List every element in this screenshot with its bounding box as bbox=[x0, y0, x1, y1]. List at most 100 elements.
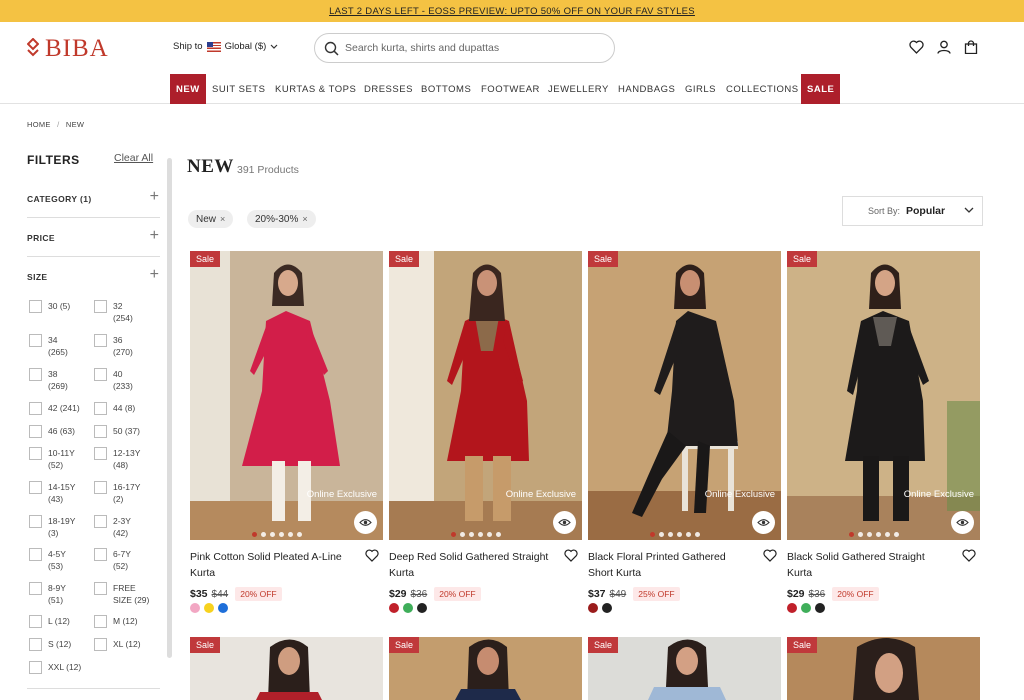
size-option[interactable]: 42 (241) bbox=[29, 402, 80, 415]
close-icon[interactable]: × bbox=[302, 214, 307, 224]
size-option[interactable]: 40 (233) bbox=[94, 368, 133, 392]
product-name[interactable]: Black Solid Gathered Straight Kurta bbox=[787, 549, 947, 581]
nav-item-footwear[interactable]: FOOTWEAR bbox=[475, 74, 546, 104]
size-option[interactable]: 36 (270) bbox=[94, 334, 133, 358]
color-swatch[interactable] bbox=[190, 603, 200, 613]
size-option[interactable]: XL (12) bbox=[94, 638, 141, 651]
sidebar-scrollbar[interactable] bbox=[167, 158, 172, 658]
size-checkbox[interactable] bbox=[94, 447, 107, 460]
quick-view-eye-icon[interactable] bbox=[553, 511, 576, 534]
size-checkbox[interactable] bbox=[29, 334, 42, 347]
wishlist-heart-icon[interactable] bbox=[365, 549, 379, 562]
size-checkbox[interactable] bbox=[94, 425, 107, 438]
nav-item-kurtas-tops[interactable]: KURTAS & TOPS bbox=[269, 74, 362, 104]
size-option[interactable]: 32 (254) bbox=[94, 300, 133, 324]
size-checkbox[interactable] bbox=[94, 615, 107, 628]
size-option[interactable]: 8-9Y (51) bbox=[29, 582, 66, 606]
size-checkbox[interactable] bbox=[29, 638, 42, 651]
quick-view-eye-icon[interactable] bbox=[951, 511, 974, 534]
color-swatch[interactable] bbox=[417, 603, 427, 613]
wishlist-heart-icon[interactable] bbox=[962, 549, 976, 562]
image-carousel-dots[interactable] bbox=[650, 532, 700, 537]
size-checkbox[interactable] bbox=[29, 548, 42, 561]
size-checkbox[interactable] bbox=[29, 615, 42, 628]
ship-to-selector[interactable]: Ship to Global ($) bbox=[173, 41, 278, 52]
size-option[interactable]: M (12) bbox=[94, 615, 138, 628]
color-swatch[interactable] bbox=[204, 603, 214, 613]
promo-text[interactable]: LAST 2 DAYS LEFT - EOSS PREVIEW: UPTO 50… bbox=[329, 6, 695, 17]
logo[interactable]: BIBA bbox=[27, 35, 109, 63]
size-checkbox[interactable] bbox=[29, 300, 42, 313]
color-swatch[interactable] bbox=[403, 603, 413, 613]
applied-filter-chip[interactable]: New × bbox=[188, 210, 234, 228]
size-option[interactable]: L (12) bbox=[29, 615, 70, 628]
color-swatch[interactable] bbox=[218, 603, 228, 613]
size-checkbox[interactable] bbox=[94, 300, 107, 313]
nav-item-bottoms[interactable]: BOTTOMS bbox=[415, 74, 477, 104]
wishlist-heart-icon[interactable] bbox=[564, 549, 578, 562]
size-option[interactable]: 6-7Y (52) bbox=[94, 548, 131, 572]
size-checkbox[interactable] bbox=[29, 368, 42, 381]
filter-section-category[interactable]: CATEGORY (1) + bbox=[27, 180, 160, 218]
size-checkbox[interactable] bbox=[29, 582, 42, 595]
account-user-icon[interactable] bbox=[937, 40, 951, 54]
size-checkbox[interactable] bbox=[94, 402, 107, 415]
size-option[interactable]: 2-3Y (42) bbox=[94, 515, 131, 539]
size-checkbox[interactable] bbox=[94, 638, 107, 651]
size-checkbox[interactable] bbox=[29, 515, 42, 528]
size-option[interactable]: 18-19Y (3) bbox=[29, 515, 75, 539]
size-checkbox[interactable] bbox=[29, 661, 42, 674]
nav-item-new[interactable]: NEW bbox=[170, 74, 206, 104]
size-checkbox[interactable] bbox=[29, 447, 42, 460]
size-checkbox[interactable] bbox=[94, 548, 107, 561]
shopping-bag-icon[interactable] bbox=[964, 40, 978, 54]
promo-banner[interactable]: LAST 2 DAYS LEFT - EOSS PREVIEW: UPTO 50… bbox=[0, 0, 1024, 22]
size-checkbox[interactable] bbox=[94, 334, 107, 347]
size-option[interactable]: 38 (269) bbox=[29, 368, 68, 392]
sort-dropdown[interactable]: Sort By: Popular bbox=[842, 196, 983, 226]
search-input[interactable]: Search kurta, shirts and dupattas bbox=[314, 33, 615, 63]
size-checkbox[interactable] bbox=[29, 402, 42, 415]
size-option[interactable]: 10-11Y (52) bbox=[29, 447, 75, 471]
size-option[interactable]: S (12) bbox=[29, 638, 71, 651]
size-option[interactable]: 46 (63) bbox=[29, 425, 75, 438]
filter-section-size[interactable]: SIZE + bbox=[27, 258, 160, 296]
color-swatch[interactable] bbox=[389, 603, 399, 613]
size-option[interactable]: 16-17Y (2) bbox=[94, 481, 140, 505]
size-checkbox[interactable] bbox=[94, 481, 107, 494]
image-carousel-dots[interactable] bbox=[252, 532, 302, 537]
wishlist-heart-icon[interactable] bbox=[909, 40, 924, 54]
size-checkbox[interactable] bbox=[94, 368, 107, 381]
color-swatch[interactable] bbox=[801, 603, 811, 613]
image-carousel-dots[interactable] bbox=[849, 532, 899, 537]
breadcrumb-home[interactable]: HOME bbox=[27, 120, 51, 129]
size-checkbox[interactable] bbox=[94, 515, 107, 528]
color-swatch[interactable] bbox=[602, 603, 612, 613]
size-option[interactable]: FREE SIZE (29) bbox=[94, 582, 149, 606]
product-name[interactable]: Pink Cotton Solid Pleated A-Line Kurta bbox=[190, 549, 350, 581]
nav-item-dresses[interactable]: DRESSES bbox=[358, 74, 419, 104]
size-option[interactable]: XXL (12) bbox=[29, 661, 81, 674]
nav-item-suit-sets[interactable]: SUIT SETS bbox=[206, 74, 271, 104]
size-checkbox[interactable] bbox=[94, 582, 107, 595]
quick-view-eye-icon[interactable] bbox=[752, 511, 775, 534]
size-option[interactable]: 4-5Y (53) bbox=[29, 548, 66, 572]
size-option[interactable]: 44 (8) bbox=[94, 402, 135, 415]
clear-all-link[interactable]: Clear All bbox=[114, 152, 153, 164]
nav-item-sale[interactable]: SALE bbox=[801, 74, 841, 104]
close-icon[interactable]: × bbox=[220, 214, 225, 224]
size-option[interactable]: 14-15Y (43) bbox=[29, 481, 75, 505]
size-checkbox[interactable] bbox=[29, 481, 42, 494]
product-name[interactable]: Black Floral Printed Gathered Short Kurt… bbox=[588, 549, 748, 581]
color-swatch[interactable] bbox=[588, 603, 598, 613]
nav-item-jewellery[interactable]: JEWELLERY bbox=[542, 74, 615, 104]
color-swatch[interactable] bbox=[815, 603, 825, 613]
image-carousel-dots[interactable] bbox=[451, 532, 501, 537]
nav-item-girls[interactable]: GIRLS bbox=[679, 74, 722, 104]
size-option[interactable]: 12-13Y (48) bbox=[94, 447, 140, 471]
size-option[interactable]: 50 (37) bbox=[94, 425, 140, 438]
color-swatch[interactable] bbox=[787, 603, 797, 613]
size-option[interactable]: 34 (265) bbox=[29, 334, 68, 358]
product-name[interactable]: Deep Red Solid Gathered Straight Kurta bbox=[389, 549, 549, 581]
size-checkbox[interactable] bbox=[29, 425, 42, 438]
